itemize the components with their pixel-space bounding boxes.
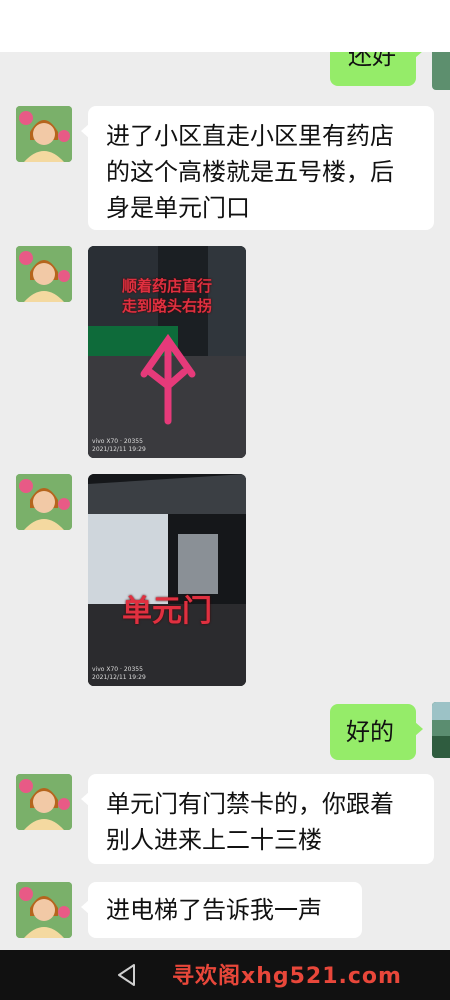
avatar-image [16,474,72,530]
message-line: 单元门有门禁卡的，你跟着 [106,790,394,818]
contact-avatar[interactable] [16,882,72,938]
meta-line: 2021/12/11 19:29 [92,446,146,453]
meta-line: vivo X70 · 20355 [92,666,143,673]
entrance-photo [88,474,246,686]
message-bubble-contact[interactable]: 单元门有门禁卡的，你跟着 别人进来上二十三楼 [81,774,434,864]
photo-caption: 单元门 [122,594,212,629]
message-line: 身是单元门口 [106,194,250,222]
navigation-bar: 寻欢阁xhg521.com [0,950,450,1000]
message-bubble-contact[interactable]: 进电梯了告诉我一声 [81,882,362,938]
message-line: 进了小区直走小区里有药店 [106,122,394,150]
photo-message-entrance[interactable]: 单元门 vivo X70 · 20355 2021/12/11 19:29 [88,474,246,686]
status-bar [0,0,450,52]
message-text: 好的 [346,718,394,746]
watermark-text: 寻欢阁xhg521.com [172,964,402,989]
message-text: 进电梯了告诉我一声 [106,896,322,924]
message-line: 别人进来上二十三楼 [106,826,322,854]
contact-avatar[interactable] [16,774,72,830]
meta-line: vivo X70 · 20355 [92,438,143,445]
message-line: 的这个高楼就是五号楼，后 [106,158,394,186]
caption-line: 走到路头右拐 [121,297,212,315]
avatar-image [16,882,72,938]
meta-line: 2021/12/11 19:29 [92,674,146,681]
caption-line: 顺着药店直行 [121,277,212,295]
avatar-image [432,702,450,758]
avatar-image [16,246,72,302]
back-triangle-icon[interactable] [114,962,140,988]
avatar-image [16,106,72,162]
photo-meta: vivo X70 · 20355 2021/12/11 19:29 [92,666,146,682]
self-avatar[interactable] [432,702,450,758]
photo-meta: vivo X70 · 20355 2021/12/11 19:29 [92,438,146,454]
chat-area[interactable]: 还好 进了小区直走小区里有药店 的这个高楼就是五号楼，后 身是单元门口 顺着药店… [0,52,450,950]
photo-caption: 顺着药店直行 走到路头右拐 [88,276,246,316]
message-bubble-self[interactable]: 还好 [330,52,423,86]
photo-message-street[interactable]: 顺着药店直行 走到路头右拐 vivo X70 · 20355 2021/12/1… [88,246,246,458]
message-bubble-self[interactable]: 好的 [330,704,423,760]
contact-avatar[interactable] [16,246,72,302]
avatar-image [16,774,72,830]
contact-avatar[interactable] [16,474,72,530]
self-avatar[interactable] [432,52,450,90]
message-text: 还好 [348,52,396,70]
contact-avatar[interactable] [16,106,72,162]
message-bubble-contact[interactable]: 进了小区直走小区里有药店 的这个高楼就是五号楼，后 身是单元门口 [81,106,434,230]
